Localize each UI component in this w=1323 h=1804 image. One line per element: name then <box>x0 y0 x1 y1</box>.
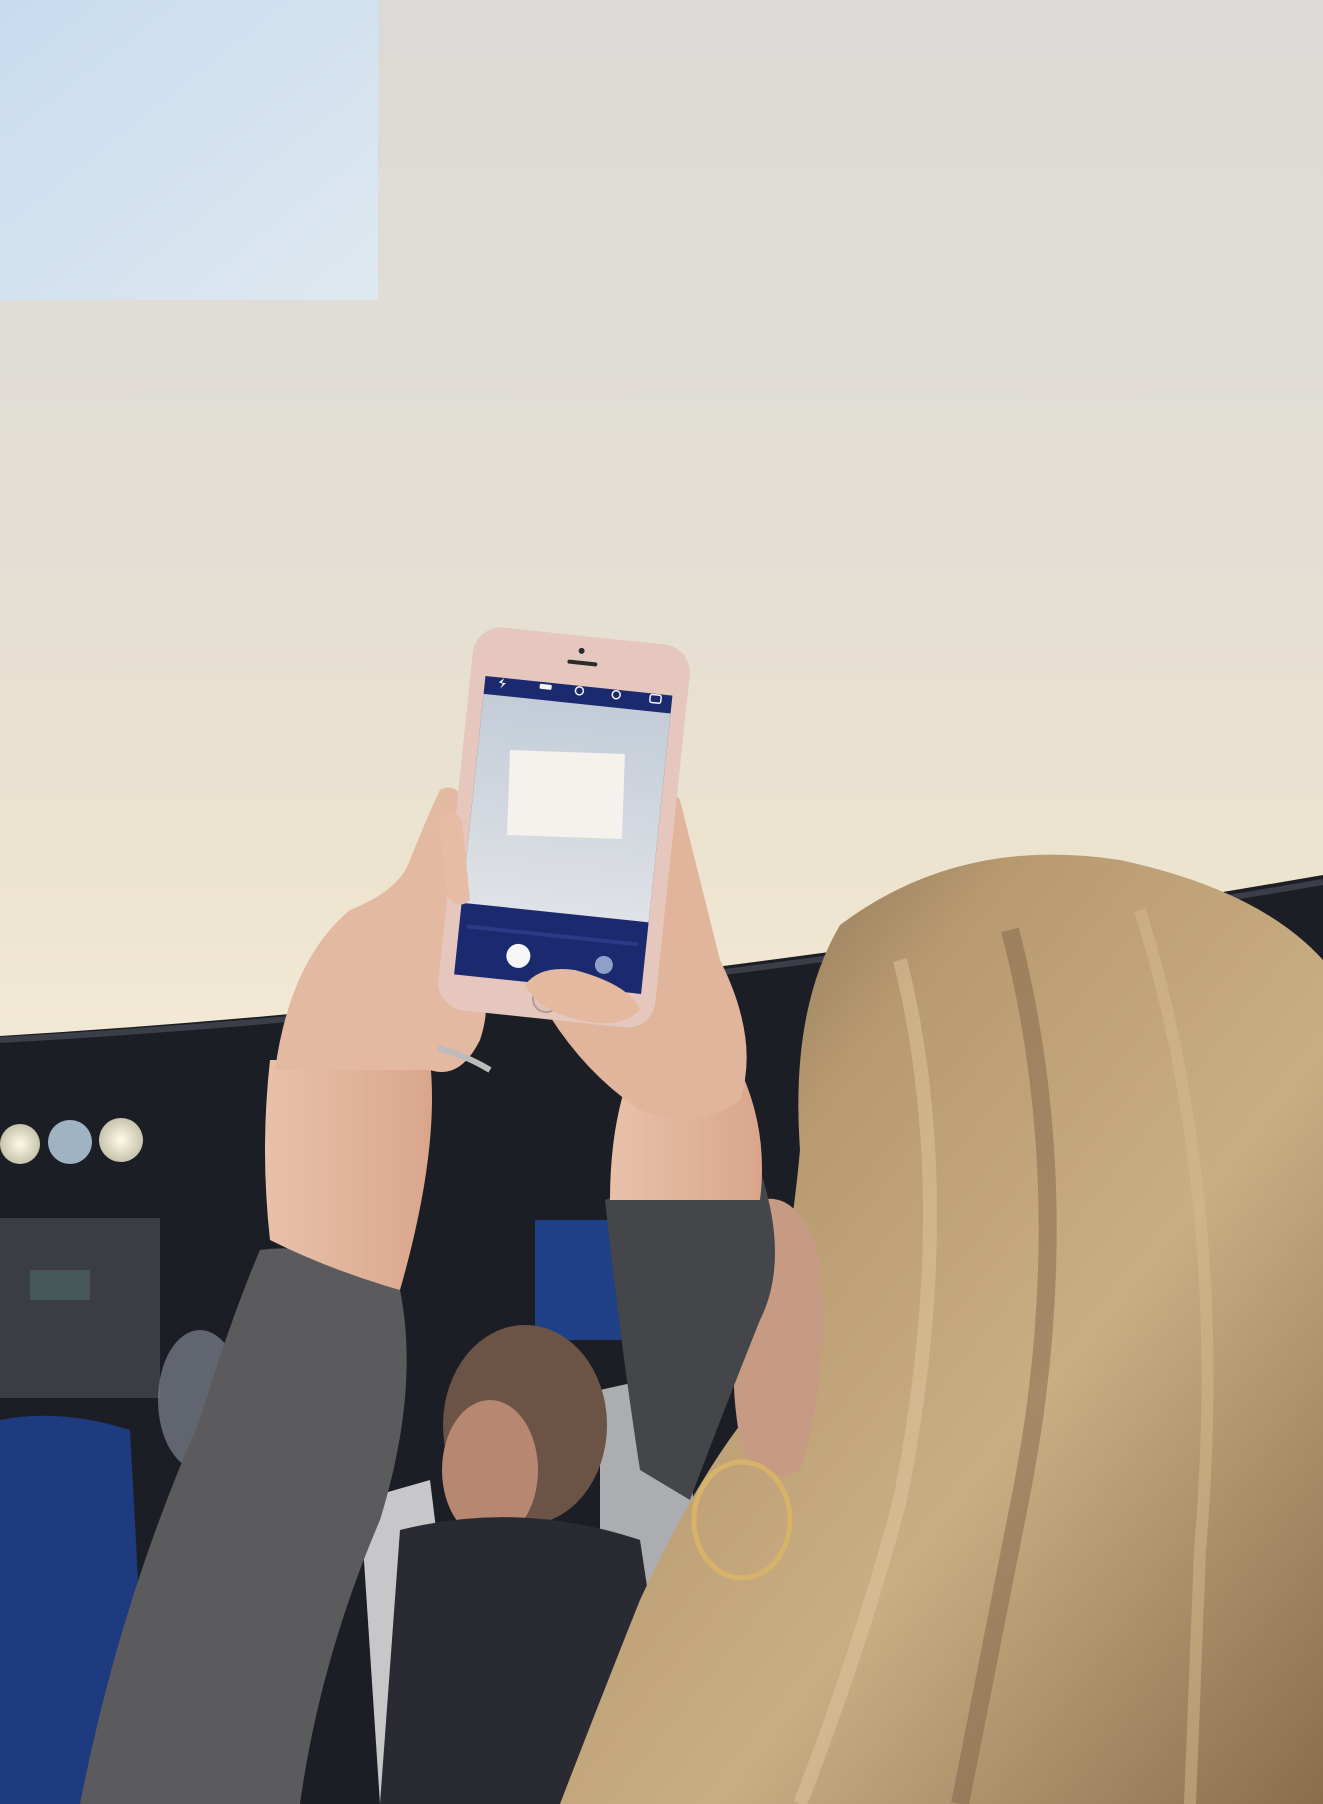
stage-light <box>99 1118 143 1162</box>
projection-panel <box>0 0 378 300</box>
viewfinder-subject <box>507 750 625 839</box>
stage-monitor <box>0 1218 160 1398</box>
stage-light <box>0 1124 40 1164</box>
stage-light <box>48 1120 92 1164</box>
stage-monitor-glow <box>30 1270 90 1300</box>
photo-scene <box>0 0 1323 1804</box>
